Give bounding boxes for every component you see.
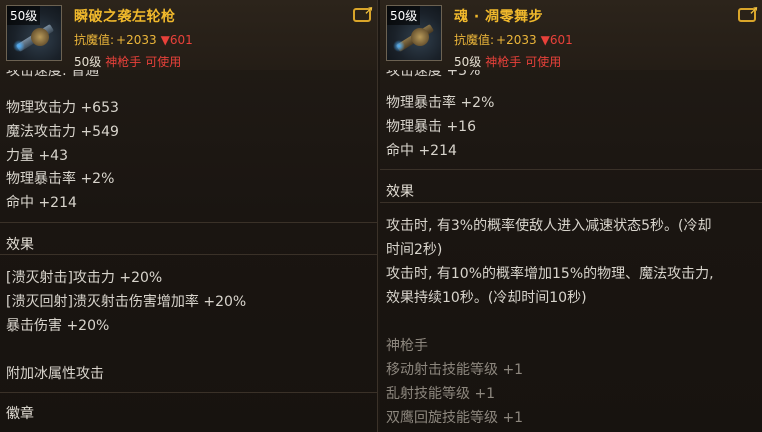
stat-line: 命中 +214	[386, 143, 457, 159]
anti-magic-value: +2033	[116, 33, 157, 47]
down-arrow-icon: ▼	[540, 33, 550, 47]
section-divider	[0, 222, 377, 223]
class-section-title: 神枪手	[386, 338, 428, 354]
stat-line: 物理攻击力 +653	[6, 100, 119, 116]
usable-status: 可使用	[525, 55, 562, 69]
extra-attack-line: 附加冰属性攻击	[6, 366, 104, 382]
effect-line: [溃灭回射]溃灭射击伤害增加率 +20%	[6, 294, 247, 310]
item-name: 魂 · 凋零舞步	[454, 9, 544, 25]
item-header: 50级 魂 · 凋零舞步 抗魔值: +2033 ▼601 50级 神枪手 可使用 ➚	[380, 0, 762, 70]
section-divider	[380, 169, 762, 170]
compare-toggle-button[interactable]: ➚	[353, 4, 374, 22]
skill-line: 双鹰回旋技能等级 +1	[386, 410, 524, 426]
requirement-line: 50级 神枪手 可使用	[74, 53, 181, 70]
effect-section-title: 效果	[6, 237, 34, 253]
effect-line: 攻击时, 有10%的概率增加15%的物理、魔法攻击力,	[386, 266, 714, 282]
anti-magic-diff: ▼601	[541, 33, 573, 47]
effect-line: 暴击伤害 +20%	[6, 318, 110, 334]
gun-glow-shape	[393, 40, 405, 52]
effect-section-title: 效果	[386, 184, 414, 200]
stat-line: 物理暴击 +16	[386, 119, 476, 135]
tooltip-body: 攻击速度: 普通 物理攻击力 +653 魔法攻击力 +549 力量 +43 物理…	[0, 70, 377, 432]
gun-glow-shape	[13, 40, 25, 52]
level-badge: 50级	[7, 6, 41, 25]
stat-line: 力量 +43	[6, 148, 68, 164]
anti-magic-line: 抗魔值: +2033 ▼601	[74, 31, 193, 48]
stat-line: 魔法攻击力 +549	[6, 124, 119, 140]
item-name: 瞬破之袭左轮枪	[74, 9, 176, 25]
stat-line: 攻击速度: 普通	[6, 70, 100, 79]
boots-icon[interactable]: 50级	[386, 5, 442, 61]
anti-magic-diff-value: 601	[549, 33, 573, 47]
required-class: 神枪手	[105, 55, 142, 69]
anti-magic-line: 抗魔值: +2033 ▼601	[454, 31, 573, 48]
down-arrow-icon: ▼	[160, 33, 170, 47]
anti-magic-label: 抗魔值:	[454, 33, 495, 47]
requirement-line: 50级 神枪手 可使用	[454, 53, 561, 70]
tooltip-body: 攻击速度 +3% 物理暴击率 +2% 物理暴击 +16 命中 +214 效果 攻…	[380, 70, 762, 432]
stat-line: 命中 +214	[6, 195, 77, 211]
gun-drum-shape	[31, 28, 49, 46]
required-level: 50级	[454, 55, 482, 69]
arrow-up-right-icon: ➚	[363, 3, 374, 17]
revolver-icon[interactable]: 50级	[6, 5, 62, 61]
arrow-up-right-icon: ➚	[748, 3, 759, 17]
anti-magic-value: +2033	[496, 33, 537, 47]
section-divider	[0, 392, 377, 393]
stat-line: 物理暴击率 +2%	[6, 171, 115, 187]
section-divider	[380, 202, 762, 203]
compare-toggle-button[interactable]: ➚	[738, 4, 759, 22]
tooltip-panel-left: 50级 瞬破之袭左轮枪 抗魔值: +2033 ▼601 50级 神枪手 可使用 ➚ 攻击…	[0, 0, 378, 432]
skill-line: 移动射击技能等级 +1	[386, 362, 524, 378]
effect-line: 攻击时, 有3%的概率使敌人进入减速状态5秒。(冷却	[386, 218, 712, 234]
effect-line: 效果持续10秒。(冷却时间10秒)	[386, 290, 587, 306]
gun-drum-shape	[411, 28, 429, 46]
usable-status: 可使用	[145, 55, 182, 69]
stat-line: 攻击速度 +3%	[386, 70, 481, 79]
required-level: 50级	[74, 55, 102, 69]
level-badge: 50级	[387, 6, 421, 25]
tooltip-panel-right: 50级 魂 · 凋零舞步 抗魔值: +2033 ▼601 50级 神枪手 可使用 ➚ 攻…	[380, 0, 762, 432]
anti-magic-label: 抗魔值:	[74, 33, 115, 47]
effect-line: [溃灭射击]攻击力 +20%	[6, 270, 163, 286]
anti-magic-diff-value: 601	[169, 33, 193, 47]
item-header: 50级 瞬破之袭左轮枪 抗魔值: +2033 ▼601 50级 神枪手 可使用 ➚	[0, 0, 377, 70]
section-divider	[0, 254, 377, 255]
badge-section-title: 徽章	[6, 406, 34, 422]
anti-magic-diff: ▼601	[161, 33, 193, 47]
required-class: 神枪手	[485, 55, 522, 69]
stat-line: 物理暴击率 +2%	[386, 95, 495, 111]
effect-line: 时间2秒)	[386, 242, 443, 258]
skill-line: 乱射技能等级 +1	[386, 386, 496, 402]
